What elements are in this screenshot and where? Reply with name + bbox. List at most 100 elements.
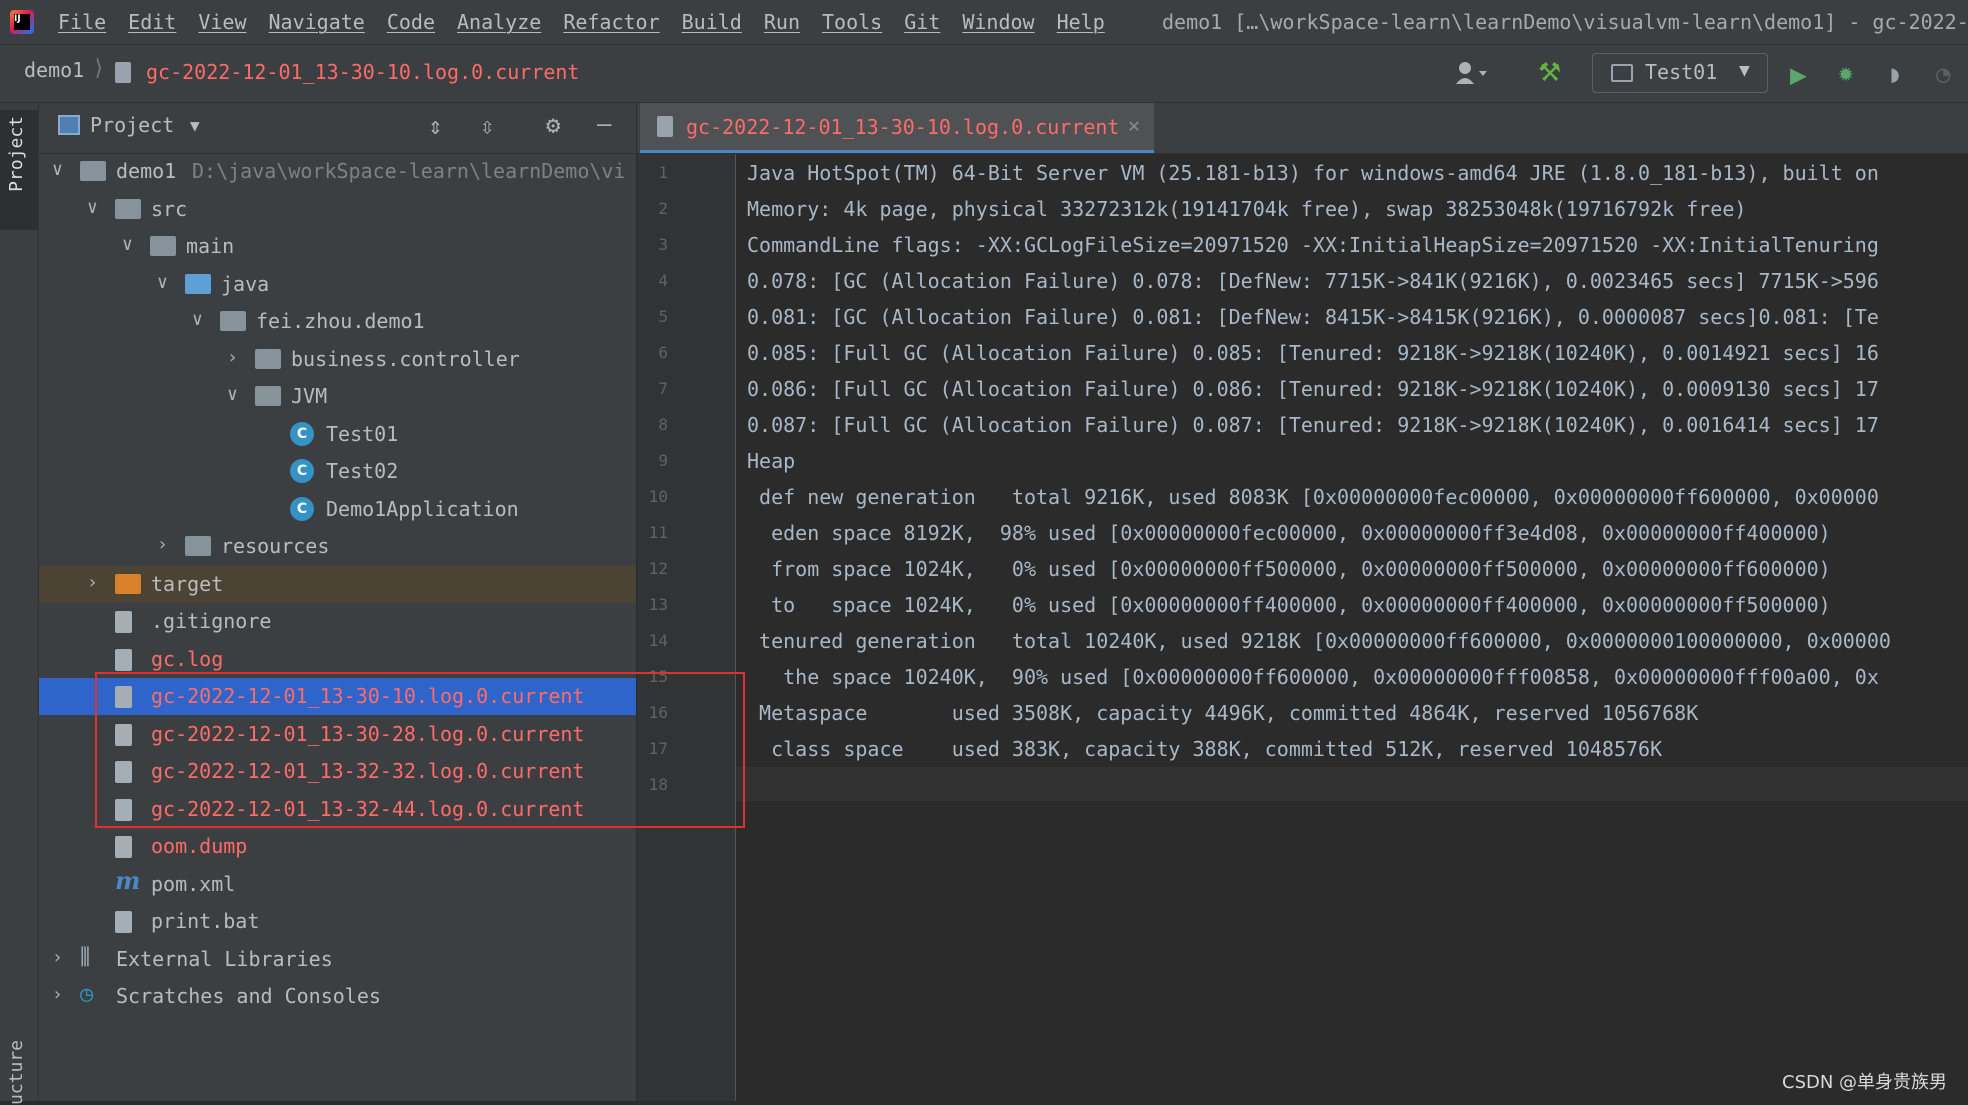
menu-refactor[interactable]: Refactor xyxy=(563,10,659,34)
code-line: Metaspace used 3508K, capacity 4496K, co… xyxy=(747,701,1699,725)
tree-row-label: business.controller xyxy=(291,346,520,371)
line-number: 14 xyxy=(648,631,668,650)
menu-tools[interactable]: Tools xyxy=(822,10,882,34)
code-line: Java HotSpot(TM) 64-Bit Server VM (25.18… xyxy=(747,161,1879,185)
run-icon[interactable]: ▶ xyxy=(1790,58,1807,91)
tree-row[interactable]: ∨ main xyxy=(39,228,636,265)
source-folder-icon xyxy=(185,273,211,294)
chevron-down-icon[interactable]: ∨ xyxy=(87,197,98,218)
chevron-down-icon[interactable]: ∨ xyxy=(52,159,63,180)
code-editor[interactable] xyxy=(736,154,1968,1101)
tree-row[interactable]: C Demo1Application xyxy=(39,491,636,528)
chevron-right-icon[interactable]: › xyxy=(157,534,168,555)
tree-row[interactable]: › business.controller xyxy=(39,341,636,378)
chevron-down-icon[interactable]: ∨ xyxy=(227,384,238,405)
chevron-down-icon[interactable]: ∨ xyxy=(192,309,203,330)
line-number: 10 xyxy=(648,487,668,506)
tree-row[interactable]: .gitignore xyxy=(39,603,636,640)
breadcrumb-separator: ⟩ xyxy=(92,56,106,81)
tree-row-label: target xyxy=(151,571,224,596)
structure-stripe-label[interactable]: ucture xyxy=(6,1040,27,1105)
tree-row[interactable]: C Test01 xyxy=(39,416,636,453)
run-with-coverage-icon[interactable]: ◗ xyxy=(1888,60,1902,88)
menu-file[interactable]: File xyxy=(58,10,106,34)
tree-row-label: Scratches and Consoles xyxy=(116,984,381,1008)
gitignore-file-icon xyxy=(115,611,132,633)
expand-all-icon[interactable]: ⇕ xyxy=(428,112,442,140)
close-icon[interactable]: ✕ xyxy=(1128,113,1140,137)
tree-row[interactable]: ∨ JVM xyxy=(39,378,636,415)
menu-window[interactable]: Window xyxy=(962,10,1034,34)
line-number: 3 xyxy=(658,235,668,254)
tree-row[interactable]: › target xyxy=(39,565,636,603)
tree-row-label: Demo1Application xyxy=(326,496,519,521)
menu-navigate[interactable]: Navigate xyxy=(269,10,365,34)
tree-row[interactable]: ∨ fei.zhou.demo1 xyxy=(39,303,636,340)
text-file-icon xyxy=(115,648,132,671)
folder-icon xyxy=(150,236,176,256)
build-hammer-icon[interactable]: ⚒ xyxy=(1538,58,1568,88)
tree-row[interactable]: › ⫼ External Libraries xyxy=(39,941,636,978)
tree-row[interactable]: oom.dump xyxy=(39,828,636,865)
menu-build[interactable]: Build xyxy=(682,10,742,34)
application-config-icon xyxy=(1611,64,1633,82)
menu-git[interactable]: Git xyxy=(904,10,940,34)
debug-bug-icon[interactable]: ✹ xyxy=(1838,58,1854,88)
menu-code[interactable]: Code xyxy=(387,10,435,34)
chevron-down-icon[interactable]: ∨ xyxy=(122,234,133,255)
chevron-down-icon[interactable]: ▼ xyxy=(190,116,200,135)
breadcrumb-file[interactable]: gc-2022-12-01_13-30-10.log.0.current xyxy=(146,60,579,84)
line-number: 4 xyxy=(658,271,668,290)
tree-row-label: External Libraries xyxy=(116,946,333,971)
window-title: demo1 […\workSpace-learn\learnDemo\visua… xyxy=(1162,10,1968,34)
gear-icon[interactable]: ⚙ xyxy=(546,111,560,139)
collapse-all-icon[interactable]: ⇳ xyxy=(480,112,494,140)
run-configuration-select[interactable]: Test01 ▼ xyxy=(1592,53,1768,93)
tree-row[interactable]: C Test02 xyxy=(39,453,636,490)
line-number: 6 xyxy=(658,343,668,362)
tree-row-label: main xyxy=(186,234,235,258)
tree-row-label: src xyxy=(151,196,188,221)
vcs-user-icon[interactable] xyxy=(1455,60,1489,86)
menu-edit[interactable]: Edit xyxy=(128,10,176,34)
menu-run[interactable]: Run xyxy=(764,10,800,34)
code-line: Memory: 4k page, physical 33272312k(1914… xyxy=(747,197,1747,221)
code-line: 0.081: [GC (Allocation Failure) 0.081: [… xyxy=(747,305,1879,329)
chevron-right-icon[interactable]: › xyxy=(227,347,238,368)
code-line: CommandLine flags: -XX:GCLogFileSize=209… xyxy=(747,233,1879,257)
menu-view[interactable]: View xyxy=(198,10,246,34)
chevron-right-icon[interactable]: › xyxy=(87,572,98,593)
menu-analyze[interactable]: Analyze xyxy=(457,10,541,34)
tree-row-label: Test01 xyxy=(326,421,399,446)
breadcrumb-project[interactable]: demo1 xyxy=(24,58,84,82)
code-line: Heap xyxy=(747,449,796,473)
tree-row[interactable]: print.bat xyxy=(39,903,636,940)
chevron-right-icon[interactable]: › xyxy=(52,947,63,968)
tree-row[interactable]: › ◷ Scratches and Consoles xyxy=(39,978,636,1015)
tree-row-label: Test02 xyxy=(326,459,399,483)
chevron-right-icon[interactable]: › xyxy=(52,984,63,1005)
code-line: eden space 8192K, 98% used [0x00000000fe… xyxy=(747,521,1831,545)
tree-row[interactable]: ∨ java xyxy=(39,266,636,303)
chevron-down-icon[interactable]: ∨ xyxy=(157,272,168,293)
line-number: 5 xyxy=(658,307,668,326)
tree-row-label: resources xyxy=(221,534,330,558)
menu-help[interactable]: Help xyxy=(1057,10,1105,34)
editor-tab-label[interactable]: gc-2022-12-01_13-30-10.log.0.current xyxy=(686,115,1119,139)
tree-row[interactable]: › resources xyxy=(39,528,636,565)
tree-row-label: gc.log xyxy=(151,646,224,671)
watermark: CSDN @单身贵族男 xyxy=(1782,1072,1948,1093)
profiler-icon[interactable]: ◔ xyxy=(1936,60,1950,88)
code-line: 0.085: [Full GC (Allocation Failure) 0.0… xyxy=(747,341,1879,365)
package-icon xyxy=(220,311,246,331)
spring-boot-class-icon: C xyxy=(290,496,314,521)
tree-row[interactable]: ∨ demo1 D:\java\workSpace-learn\learnDemo\… xyxy=(39,153,636,190)
code-line: 0.087: [Full GC (Allocation Failure) 0.0… xyxy=(747,413,1879,437)
hide-panel-icon[interactable]: — xyxy=(597,110,611,138)
tree-row-label: print.bat xyxy=(151,909,260,933)
line-number: 8 xyxy=(658,415,668,434)
project-panel-title[interactable]: Project xyxy=(90,113,174,137)
tree-row-label: .gitignore xyxy=(151,609,272,633)
tree-row[interactable]: m pom.xml xyxy=(39,866,636,903)
tree-row[interactable]: ∨ src xyxy=(39,191,636,228)
